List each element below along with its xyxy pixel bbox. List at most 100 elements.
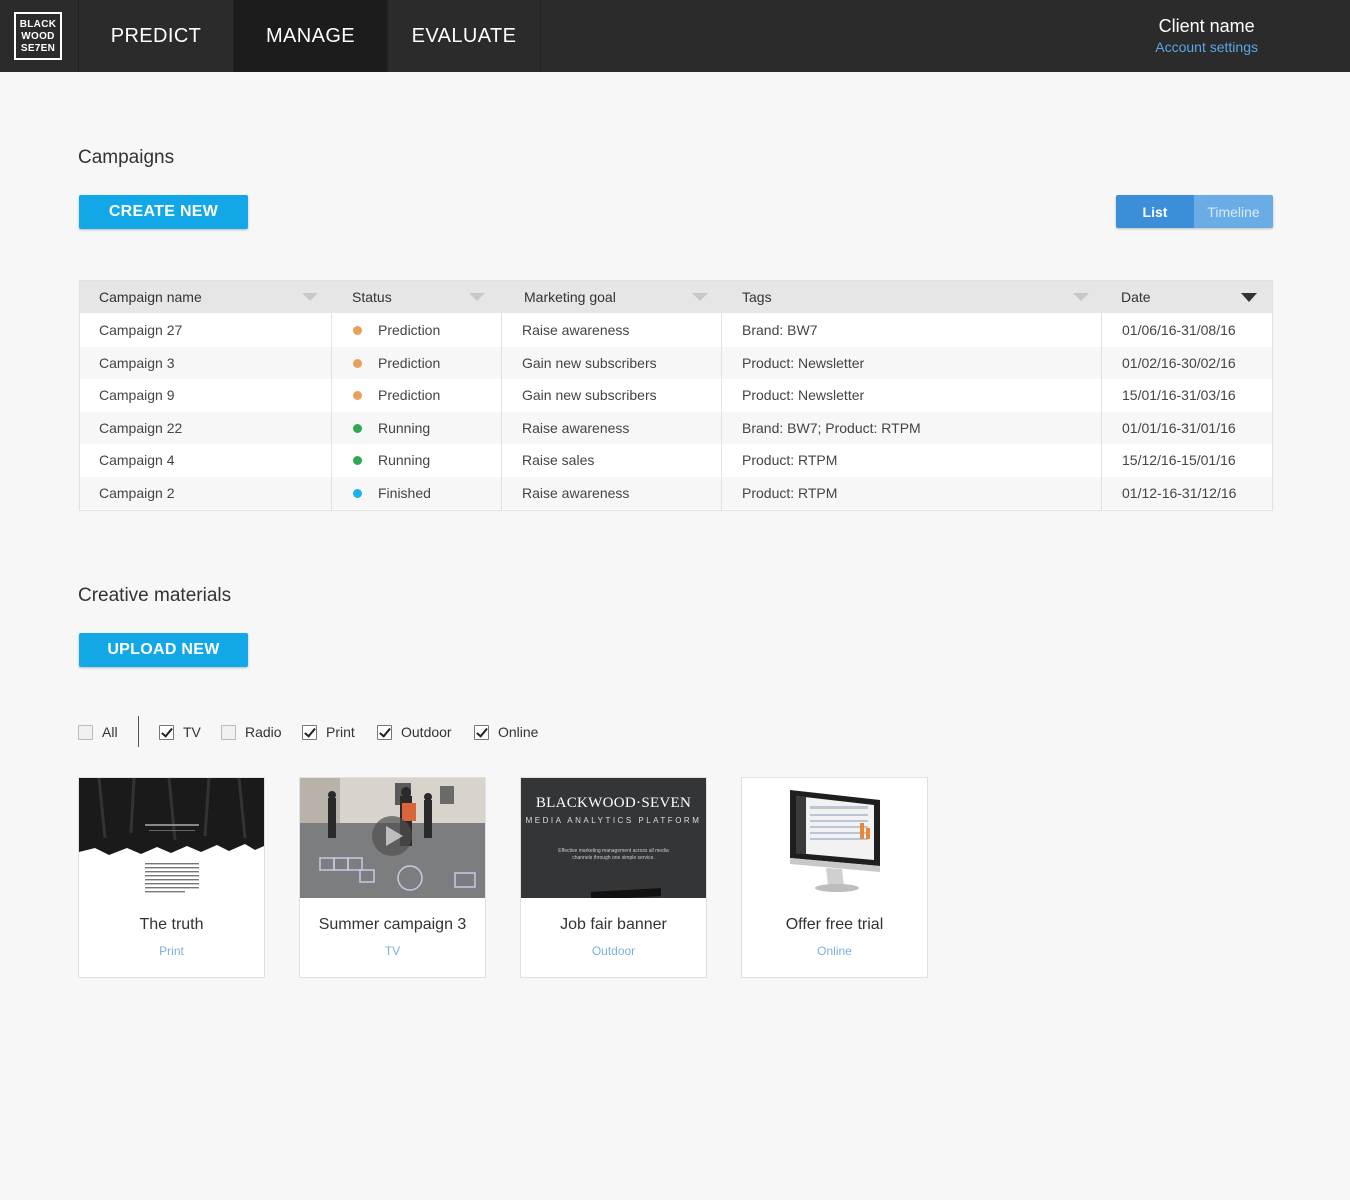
logo-line-1: BLACK [19,19,57,30]
cell-tags: Product: RTPM [742,452,838,469]
filter-online[interactable]: Online [474,722,538,742]
status-dot-icon [353,456,362,466]
status-dot-icon [353,489,362,498]
card-title: Job fair banner [560,916,667,933]
card-type: Print [159,944,184,958]
column-header-tags[interactable]: Tags [742,281,772,313]
filter-radio[interactable]: Radio [221,722,282,742]
table-row[interactable]: Campaign 3 Prediction Gain new subscribers… [80,346,1272,379]
timeline-view-button[interactable]: Timeline [1194,195,1273,228]
account-settings-link[interactable]: Account settings [1155,39,1258,55]
filter-print[interactable]: Print [302,722,355,742]
upload-new-button[interactable]: UPLOAD NEW [79,633,248,667]
nav-evaluate[interactable]: EVALUATE [387,0,541,72]
sort-caret-icon[interactable] [1073,293,1089,301]
cell-marketing-goal: Raise sales [522,452,595,469]
cell-tags: Brand: BW7 [742,322,818,338]
cell-status: Prediction [378,387,441,404]
cell-campaign-name: Campaign 9 [99,387,175,404]
filter-radio-checkbox[interactable] [221,724,236,740]
cell-campaign-name: Campaign 27 [99,322,183,338]
banner-decoration [591,888,661,898]
filter-label: Print [326,724,355,740]
table-row[interactable]: Campaign 9 Prediction Gain new subscribers… [80,379,1272,411]
cell-marketing-goal: Raise awareness [522,322,630,338]
card-title: Offer free trial [785,916,884,933]
cell-tags: Product: Newsletter [742,354,865,371]
banner-subtitle: MEDIA ANALYTICS PLATFORM [525,816,702,825]
filter-label: TV [183,724,201,740]
table-row[interactable]: Campaign 27 Prediction Raise awareness Bran… [80,314,1272,346]
column-divider [721,313,722,511]
cell-status: Running [378,419,431,436]
column-divider [1101,313,1102,511]
sort-desc-caret-icon[interactable] [1241,293,1257,302]
cell-date: 15/01/16-31/03/16 [1122,387,1236,404]
creative-card[interactable]: Summer campaign 3 TV [299,777,486,978]
card-type: Online [817,944,852,958]
filter-label: Outdoor [401,724,452,740]
cell-campaign-name: Campaign 2 [99,485,175,501]
filter-tv-checkbox[interactable] [159,724,174,740]
cell-status: Prediction [378,322,441,338]
cell-campaign-name: Campaign 22 [99,419,183,436]
card-type: TV [384,944,401,958]
status-dot-icon [353,391,362,401]
filter-outdoor-checkbox[interactable] [377,724,392,740]
column-header-date[interactable]: Date [1121,281,1151,313]
client-menu: Client name Account settings [1155,16,1258,55]
client-name: Client name [1158,16,1255,36]
column-divider [331,313,332,511]
sort-caret-icon[interactable] [692,293,708,301]
creative-materials-title: Creative materials [78,585,232,606]
cell-date: 15/12/16-15/01/16 [1122,452,1236,469]
banner-brand: BLACKWOOD·SEVEN [535,795,692,811]
cell-tags: Product: RTPM [742,485,838,501]
creative-card[interactable]: The truth Print [78,777,265,978]
column-header-marketing-goal[interactable]: Marketing goal [524,281,616,313]
view-toggle: List Timeline [1116,195,1273,228]
status-dot-icon [353,423,362,433]
banner-text: Effective marketing management across al… [558,848,669,861]
create-new-button[interactable]: CREATE NEW [79,195,248,229]
banner-thumbnail: BLACKWOOD·SEVEN MEDIA ANALYTICS PLATFORM… [521,778,706,898]
cell-date: 01/01/16-31/01/16 [1122,419,1236,436]
cell-status: Finished [378,485,431,501]
table-row[interactable]: Campaign 22 Running Raise awareness Brand: … [80,411,1272,444]
sort-caret-icon[interactable] [302,293,318,301]
filter-print-checkbox[interactable] [302,724,317,740]
cell-campaign-name: Campaign 4 [99,452,175,469]
creative-card[interactable]: BLACKWOOD·SEVEN MEDIA ANALYTICS PLATFORM… [520,777,707,978]
filter-all-checkbox[interactable] [78,724,93,740]
top-bar: BLACK WOOD SE7EN PREDICT MANAGE EVALUATE… [0,0,1350,72]
sort-caret-icon[interactable] [469,293,485,301]
card-title: Summer campaign 3 [318,916,467,933]
nav-predict[interactable]: PREDICT [78,0,233,72]
cell-marketing-goal: Gain new subscribers [522,387,657,404]
video-thumbnail [300,778,485,898]
filter-outdoor[interactable]: Outdoor [377,722,452,742]
print-ad-thumbnail [79,778,264,898]
filter-all[interactable]: All [78,722,118,742]
column-header-status[interactable]: Status [352,281,392,313]
filter-label: Radio [245,724,282,740]
table-row[interactable]: Campaign 2 Finished Raise awareness Product… [80,477,1272,509]
cell-date: 01/02/16-30/02/16 [1122,354,1236,371]
table-header: Campaign name Status Marketing goal Tags… [80,281,1272,313]
column-divider [501,313,502,511]
campaigns-table: Campaign name Status Marketing goal Tags… [79,280,1273,511]
cell-date: 01/06/16-31/08/16 [1122,322,1236,338]
table-row[interactable]: Campaign 4 Running Raise sales Product: RTP… [80,444,1272,476]
cell-status: Prediction [378,354,441,371]
logo-line-3: SE7EN [20,43,56,54]
list-view-button[interactable]: List [1116,195,1194,228]
blackwood-seven-logo[interactable]: BLACK WOOD SE7EN [14,12,62,60]
filter-tv[interactable]: TV [159,722,201,742]
column-header-campaign-name[interactable]: Campaign name [99,281,202,313]
cell-marketing-goal: Gain new subscribers [522,354,657,371]
monitor-thumbnail [742,778,927,898]
filter-online-checkbox[interactable] [474,724,489,740]
creative-card[interactable]: Offer free trial Online [741,777,928,978]
cell-marketing-goal: Raise awareness [522,485,630,501]
nav-manage[interactable]: MANAGE [233,0,387,72]
